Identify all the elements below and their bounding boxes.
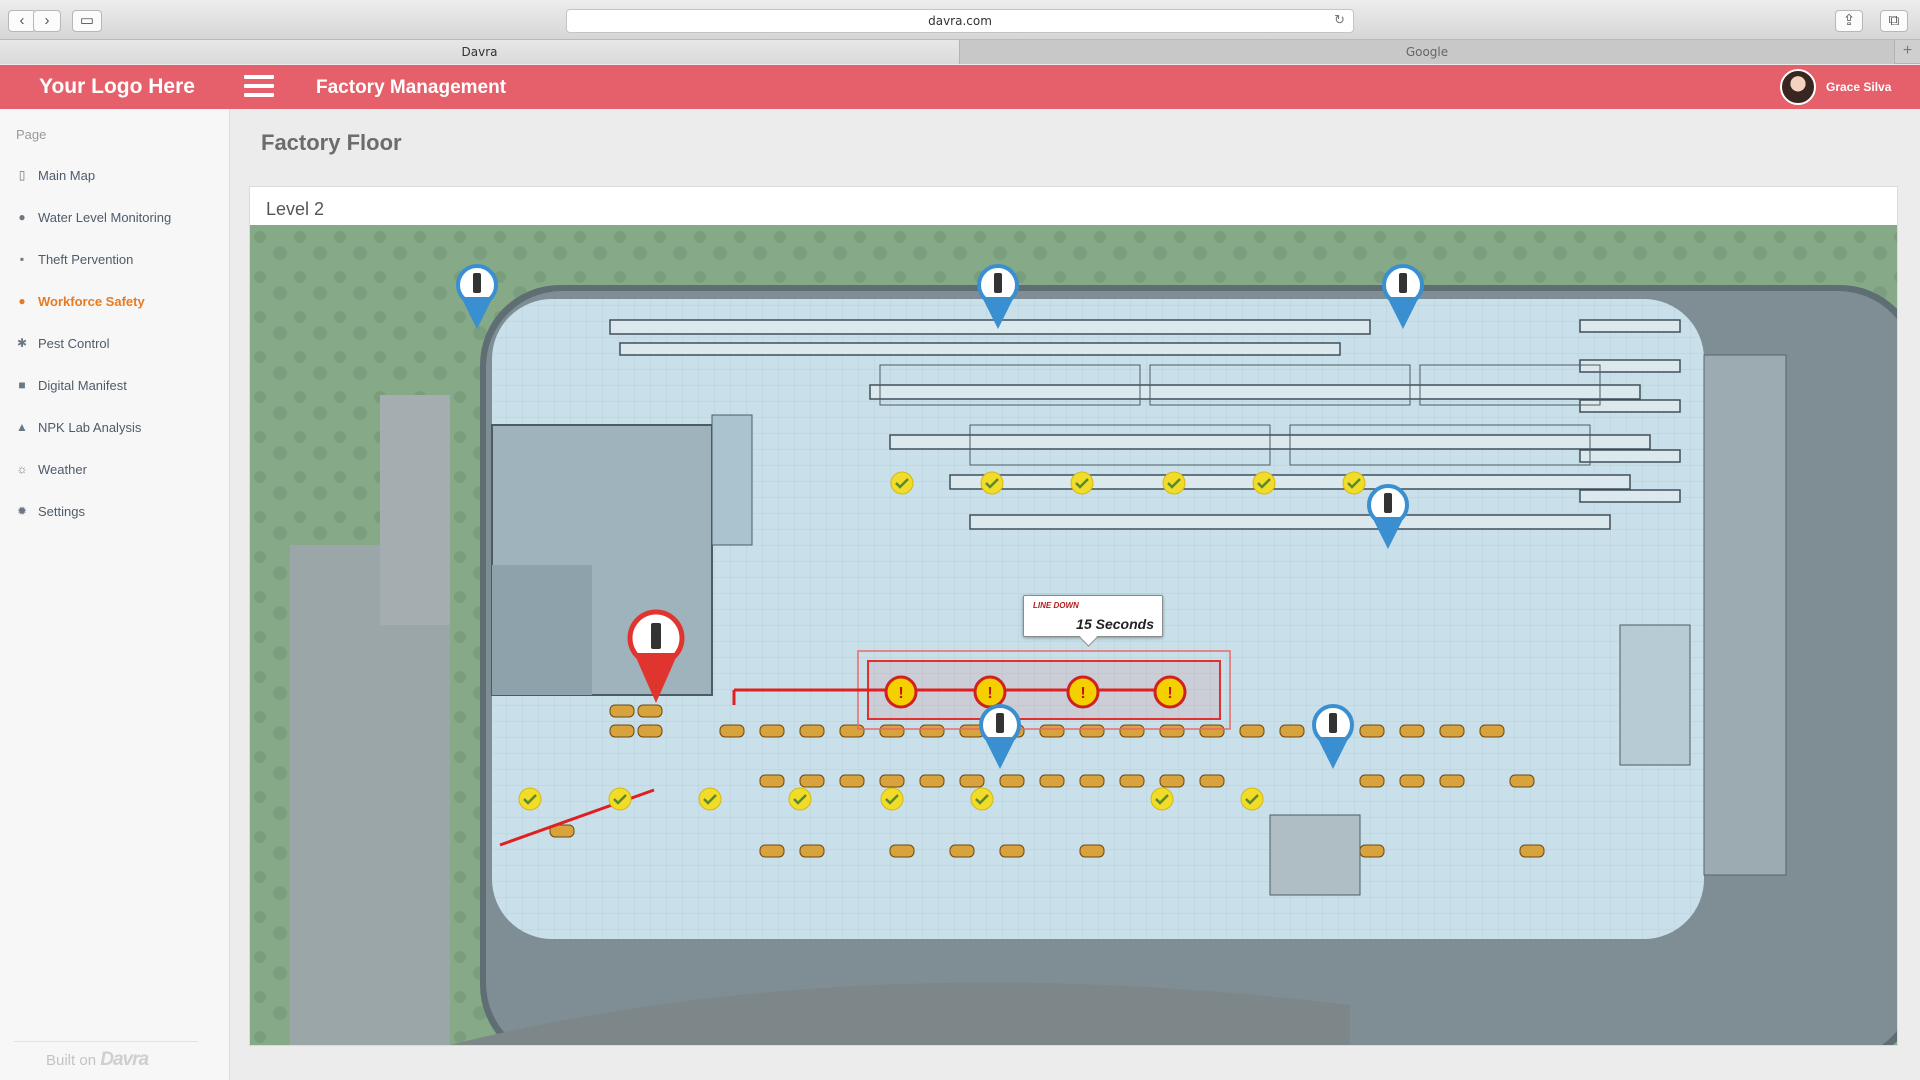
share-button[interactable]: ⇪: [1835, 10, 1863, 32]
factory-floor-map[interactable]: ! ! ! ! LINE DOWN 15 Seconds: [250, 225, 1897, 1045]
svg-text:!: !: [1080, 685, 1085, 702]
sidebar-item-theft-prevention[interactable]: ▪ Theft Pervention: [14, 249, 134, 269]
url-text: davra.com: [928, 14, 992, 28]
sidebar-item-main-map[interactable]: ▯ Main Map: [14, 165, 95, 185]
tab-google[interactable]: Google: [960, 40, 1894, 64]
sidebar-item-npk-lab-analysis[interactable]: ▲ NPK Lab Analysis: [14, 417, 141, 437]
sidebar-item-label: Main Map: [38, 167, 96, 183]
sidebar-item-water-level-monitoring[interactable]: ● Water Level Monitoring: [14, 207, 171, 227]
sidebar-divider: [14, 1041, 198, 1042]
gear-icon: ✹: [16, 504, 28, 518]
ok-check-marker[interactable]: [970, 787, 994, 811]
sidebar-section-label: Page: [16, 127, 47, 142]
sidebar-item-weather[interactable]: ☼ Weather: [14, 459, 87, 479]
alert-label: LINE DOWN: [1033, 601, 1079, 610]
alert-marker[interactable]: !: [884, 675, 918, 709]
alert-marker[interactable]: !: [1066, 675, 1100, 709]
map-icon: ▯: [18, 168, 26, 182]
ok-check-marker[interactable]: [1240, 787, 1264, 811]
sidebar-item-label: Pest Control: [38, 335, 110, 351]
app-title: Factory Management: [316, 77, 507, 98]
sidebar-item-label: NPK Lab Analysis: [38, 419, 142, 435]
svg-text:!: !: [987, 685, 992, 702]
new-tab-button[interactable]: +: [1894, 40, 1920, 64]
sidebar-item-workforce-safety[interactable]: ● Workforce Safety: [14, 291, 145, 311]
page-title: Factory Floor: [261, 130, 402, 155]
flask-icon: ▲: [16, 420, 28, 434]
forward-button[interactable]: ›: [33, 10, 61, 32]
browser-toolbar: ‹ › ▭ davra.com ↻ ⇪ ⧉: [0, 0, 1920, 40]
line-down-callout[interactable]: LINE DOWN 15 Seconds: [1023, 595, 1163, 637]
sidebar: Page ▯ Main Map ● Water Level Monitoring ▪…: [0, 109, 230, 1080]
ok-check-marker[interactable]: [880, 787, 904, 811]
ok-check-marker[interactable]: [1162, 471, 1186, 495]
panel-title: Level 2: [266, 199, 325, 219]
address-bar[interactable]: davra.com ↻: [566, 9, 1354, 33]
davra-logo: Davra: [100, 1049, 149, 1070]
logo[interactable]: Your Logo Here: [39, 75, 195, 99]
ok-check-marker[interactable]: [1150, 787, 1174, 811]
sidebar-item-label: Digital Manifest: [38, 377, 127, 393]
svg-text:!: !: [898, 685, 903, 702]
back-button[interactable]: ‹: [8, 10, 36, 32]
sidebar-item-label: Theft Pervention: [38, 251, 134, 267]
menu-icon[interactable]: [244, 75, 274, 99]
sidebar-item-settings[interactable]: ✹ Settings: [14, 501, 85, 521]
avatar[interactable]: [1780, 69, 1816, 105]
built-on-footer: Built on Davra: [46, 1049, 149, 1071]
ok-check-marker[interactable]: [518, 787, 542, 811]
tabs-overview-button[interactable]: ⧉: [1880, 10, 1908, 32]
ok-check-marker[interactable]: [608, 787, 632, 811]
users-icon: ●: [18, 294, 26, 308]
sidebar-item-label: Settings: [38, 503, 85, 519]
sidebar-toggle-button[interactable]: ▭: [72, 10, 102, 32]
sidebar-item-label: Workforce Safety: [38, 293, 145, 309]
ok-check-marker[interactable]: [788, 787, 812, 811]
truck-icon: ■: [18, 378, 26, 392]
alert-marker[interactable]: !: [1153, 675, 1187, 709]
ok-check-marker[interactable]: [980, 471, 1004, 495]
ok-check-marker[interactable]: [1070, 471, 1094, 495]
droplet-icon: ●: [18, 210, 26, 224]
alert-duration: 15 Seconds: [1076, 616, 1154, 632]
lock-icon: ▪: [19, 252, 25, 266]
ok-check-marker[interactable]: [1252, 471, 1276, 495]
sidebar-item-digital-manifest[interactable]: ■ Digital Manifest: [14, 375, 127, 395]
bug-icon: ✱: [16, 336, 28, 350]
ok-check-marker[interactable]: [698, 787, 722, 811]
floor-panel: Level 2 ! ! ! ! LINE DOWN 15 Seconds: [249, 186, 1898, 1046]
tab-bar: Davra Google +: [0, 40, 1920, 64]
built-on-text: Built on: [46, 1052, 97, 1069]
ok-check-marker[interactable]: [1342, 471, 1366, 495]
alert-marker[interactable]: !: [973, 675, 1007, 709]
sidebar-item-label: Weather: [38, 461, 87, 477]
svg-text:!: !: [1167, 685, 1172, 702]
reload-icon[interactable]: ↻: [1334, 10, 1345, 32]
sun-icon: ☼: [16, 462, 28, 476]
ok-check-marker[interactable]: [890, 471, 914, 495]
app-header: Your Logo Here Factory Management Grace …: [0, 65, 1920, 109]
user-name[interactable]: Grace Silva: [1826, 80, 1891, 94]
sidebar-item-pest-control[interactable]: ✱ Pest Control: [14, 333, 110, 353]
tab-davra[interactable]: Davra: [0, 40, 960, 64]
sidebar-item-label: Water Level Monitoring: [38, 209, 172, 225]
